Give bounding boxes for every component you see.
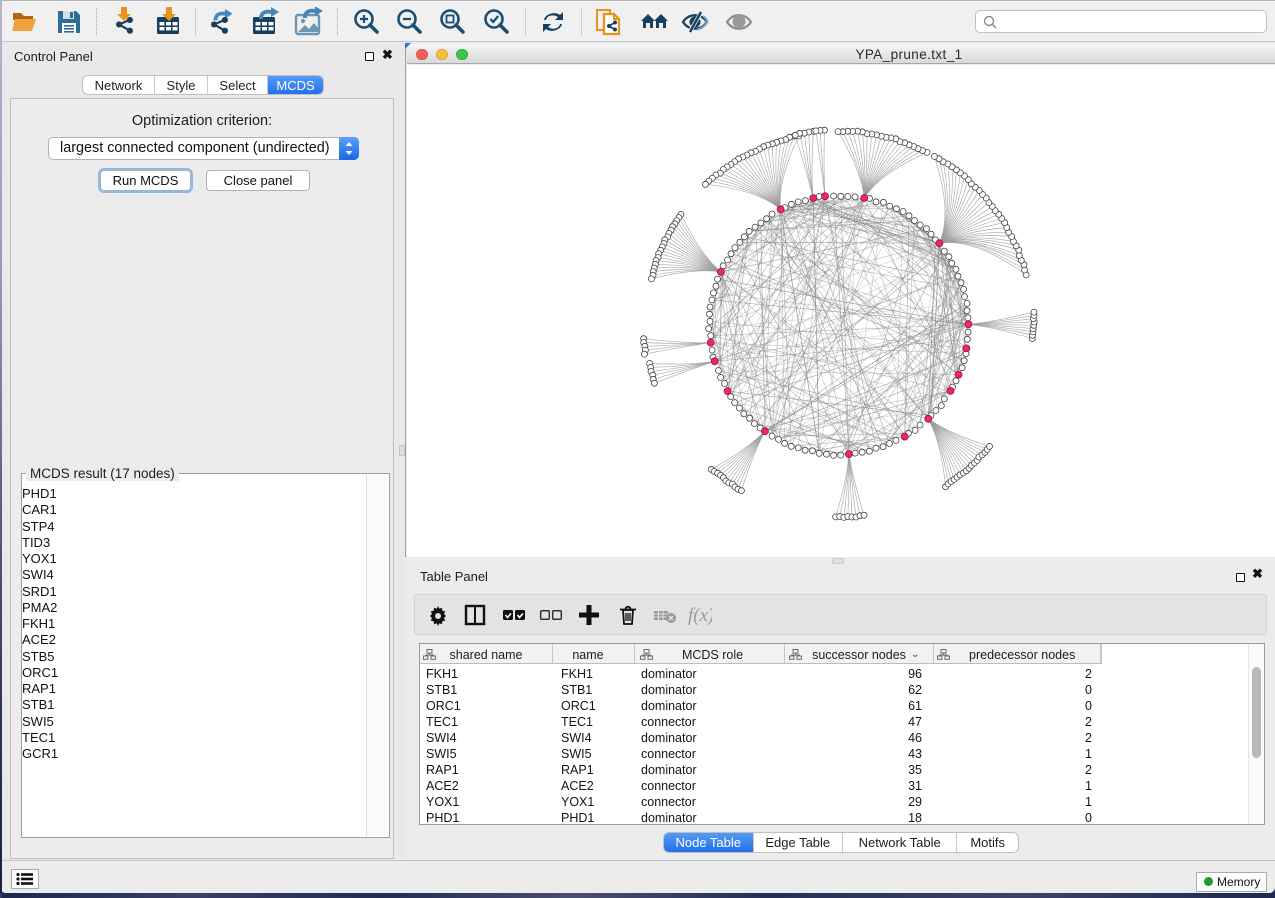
svg-text:f(x): f(x) bbox=[688, 605, 712, 626]
